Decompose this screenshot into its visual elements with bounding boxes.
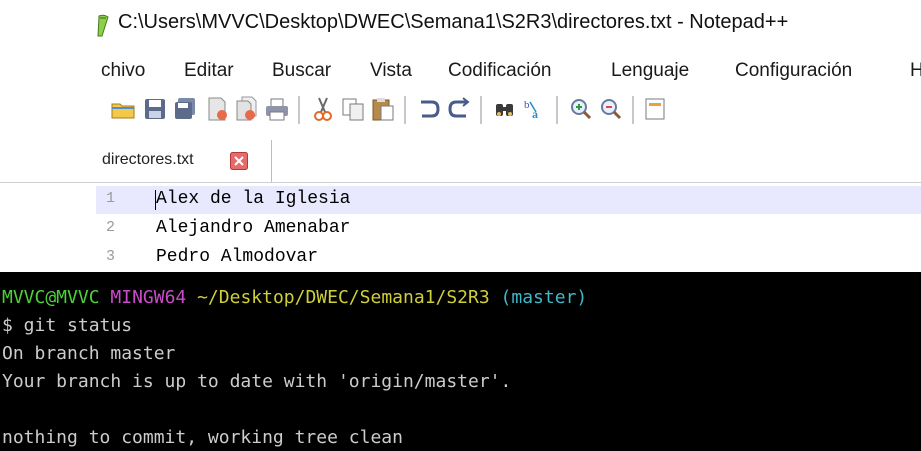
find-icon[interactable] [492,96,518,122]
tab-label: directores.txt [102,151,194,168]
line-text: Pedro Almodovar [156,247,319,267]
cut-icon[interactable] [310,96,336,122]
line-number: 3 [106,248,116,265]
tab-bar: directores.txt [0,140,921,183]
terminal[interactable]: MVVC@MVVC MINGW64 ~/Desktop/DWEC/Semana1… [0,272,921,451]
menu-editar[interactable]: Editar [184,60,234,82]
toolbar-separator [632,96,634,124]
new-file-icon[interactable] [92,96,102,122]
replace-icon[interactable]: ba [522,96,548,122]
prompt-branch: (master) [500,287,588,308]
paste-icon[interactable] [370,96,396,122]
notepadpp-icon [97,14,109,37]
toolbar-separator [556,96,558,124]
line-number: 1 [106,190,116,207]
line-text: Alex de la Iglesia [156,189,351,209]
terminal-output-line: Your branch is up to date with 'origin/m… [2,371,512,392]
title-bar: C:\Users\MVVC\Desktop\DWEC\Semana1\S2R3\… [0,0,921,50]
close-icon[interactable] [204,96,230,122]
terminal-prompt: MVVC@MVVC MINGW64 ~/Desktop/DWEC/Semana1… [2,286,587,310]
editor[interactable]: 1 Alex de la Iglesia 2 Alejandro Amenaba… [0,184,921,272]
sync-scroll-icon[interactable] [644,96,670,122]
menu-vista[interactable]: Vista [370,60,412,82]
prompt-user: MVVC@MVVC [2,287,100,308]
menu-buscar[interactable]: Buscar [272,60,331,82]
zoom-in-icon[interactable] [568,96,594,122]
open-folder-icon[interactable] [110,96,136,122]
editor-line[interactable]: 1 Alex de la Iglesia [96,186,921,214]
prompt-path: ~/Desktop/DWEC/Semana1/S2R3 [197,287,490,308]
window-title: C:\Users\MVVC\Desktop\DWEC\Semana1\S2R3\… [118,11,789,33]
terminal-command: $ git status [2,315,133,336]
editor-line[interactable]: 2 Alejandro Amenabar [96,215,921,243]
notepadpp-window: C:\Users\MVVC\Desktop\DWEC\Semana1\S2R3\… [0,0,921,272]
prompt-env: MINGW64 [110,287,187,308]
terminal-output-line: nothing to commit, working tree clean [2,427,403,448]
menu-bar: chivo Editar Buscar Vista Codificación L… [0,56,921,88]
editor-line[interactable]: 3 Pedro Almodovar [96,244,921,272]
tab-directores[interactable]: directores.txt [96,140,272,182]
copy-icon[interactable] [340,96,366,122]
toolbar-separator [298,96,300,124]
zoom-out-icon[interactable] [598,96,624,122]
close-icon[interactable] [230,152,248,170]
toolbar-separator [404,96,406,124]
close-all-icon[interactable] [234,96,260,122]
terminal-output-line: On branch master [2,343,176,364]
print-icon[interactable] [264,96,290,122]
undo-icon[interactable] [416,96,442,122]
toolbar: ba [0,90,921,128]
menu-codificacion[interactable]: Codificación [448,60,552,82]
svg-text:b: b [524,99,530,111]
menu-archivo[interactable]: chivo [101,60,145,82]
redo-icon[interactable] [446,96,472,122]
menu-configuracion[interactable]: Configuración [735,60,852,82]
menu-lenguaje[interactable]: Lenguaje [611,60,689,82]
save-icon[interactable] [142,96,168,122]
menu-ayuda[interactable]: H [910,60,921,82]
toolbar-separator [480,96,482,124]
save-all-icon[interactable] [172,96,198,122]
line-text: Alejandro Amenabar [156,218,351,238]
line-number: 2 [106,219,116,236]
